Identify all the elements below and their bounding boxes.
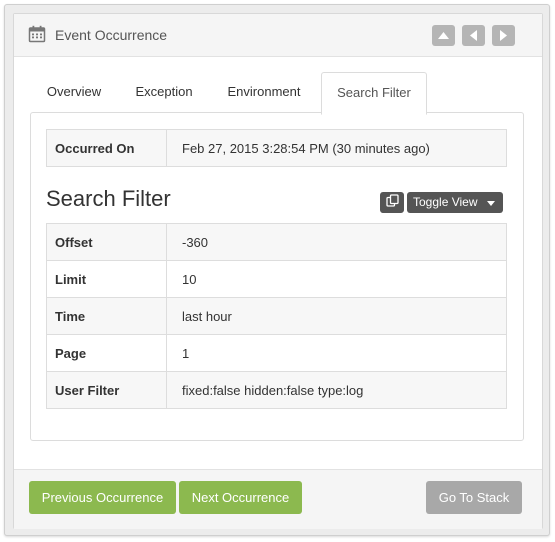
- calendar-icon: [28, 25, 46, 43]
- chevron-down-icon: [487, 201, 495, 206]
- filter-value: 1: [166, 334, 507, 372]
- filter-key: Time: [46, 297, 167, 335]
- section-title: Search Filter: [46, 186, 171, 211]
- table-row: User Filter fixed:false hidden:false typ…: [46, 371, 507, 409]
- event-occurrence-panel: Event Occurrence Overview Exception Envi…: [13, 13, 543, 529]
- table-row: Time last hour: [46, 297, 507, 335]
- search-filter-table: Offset -360 Limit 10 Time last hour Page…: [46, 223, 507, 409]
- occurred-on-value: Feb 27, 2015 3:28:54 PM (30 minutes ago): [166, 129, 507, 167]
- table-row: Occurred On Feb 27, 2015 3:28:54 PM (30 …: [46, 129, 507, 167]
- occurred-table: Occurred On Feb 27, 2015 3:28:54 PM (30 …: [46, 129, 507, 167]
- table-row: Limit 10: [46, 260, 507, 298]
- filter-key: User Filter: [46, 371, 167, 409]
- tab-search-filter[interactable]: Search Filter: [321, 72, 427, 115]
- filter-value: last hour: [166, 297, 507, 335]
- previous-button[interactable]: [462, 25, 485, 46]
- tab-overview[interactable]: Overview: [38, 72, 110, 112]
- tab-exception[interactable]: Exception: [126, 72, 202, 112]
- toggle-view-label: Toggle View: [413, 195, 478, 209]
- filter-value: 10: [166, 260, 507, 298]
- tab-environment[interactable]: Environment: [218, 72, 310, 112]
- panel-footer: Previous Occurrence Next Occurrence Go T…: [14, 469, 542, 529]
- panel-header: Event Occurrence: [14, 14, 542, 57]
- table-row: Offset -360: [46, 223, 507, 261]
- filter-value: fixed:false hidden:false type:log: [166, 371, 507, 409]
- copy-icon: [385, 193, 399, 212]
- collapse-up-icon: [438, 32, 449, 39]
- panel-title: Event Occurrence: [55, 27, 168, 43]
- next-icon: [500, 30, 507, 41]
- collapse-button[interactable]: [432, 25, 455, 46]
- previous-icon: [470, 30, 477, 41]
- toggle-view-button[interactable]: Toggle View: [407, 192, 503, 213]
- copy-button[interactable]: [380, 192, 404, 213]
- filter-key: Limit: [46, 260, 167, 298]
- next-occurrence-button[interactable]: Next Occurrence: [179, 481, 302, 514]
- filter-key: Page: [46, 334, 167, 372]
- filter-value: -360: [166, 223, 507, 261]
- occurred-on-label: Occurred On: [46, 129, 167, 167]
- next-button[interactable]: [492, 25, 515, 46]
- filter-key: Offset: [46, 223, 167, 261]
- go-to-stack-button[interactable]: Go To Stack: [426, 481, 522, 514]
- previous-occurrence-button[interactable]: Previous Occurrence: [29, 481, 176, 514]
- event-window: Event Occurrence Overview Exception Envi…: [4, 4, 550, 536]
- table-row: Page 1: [46, 334, 507, 372]
